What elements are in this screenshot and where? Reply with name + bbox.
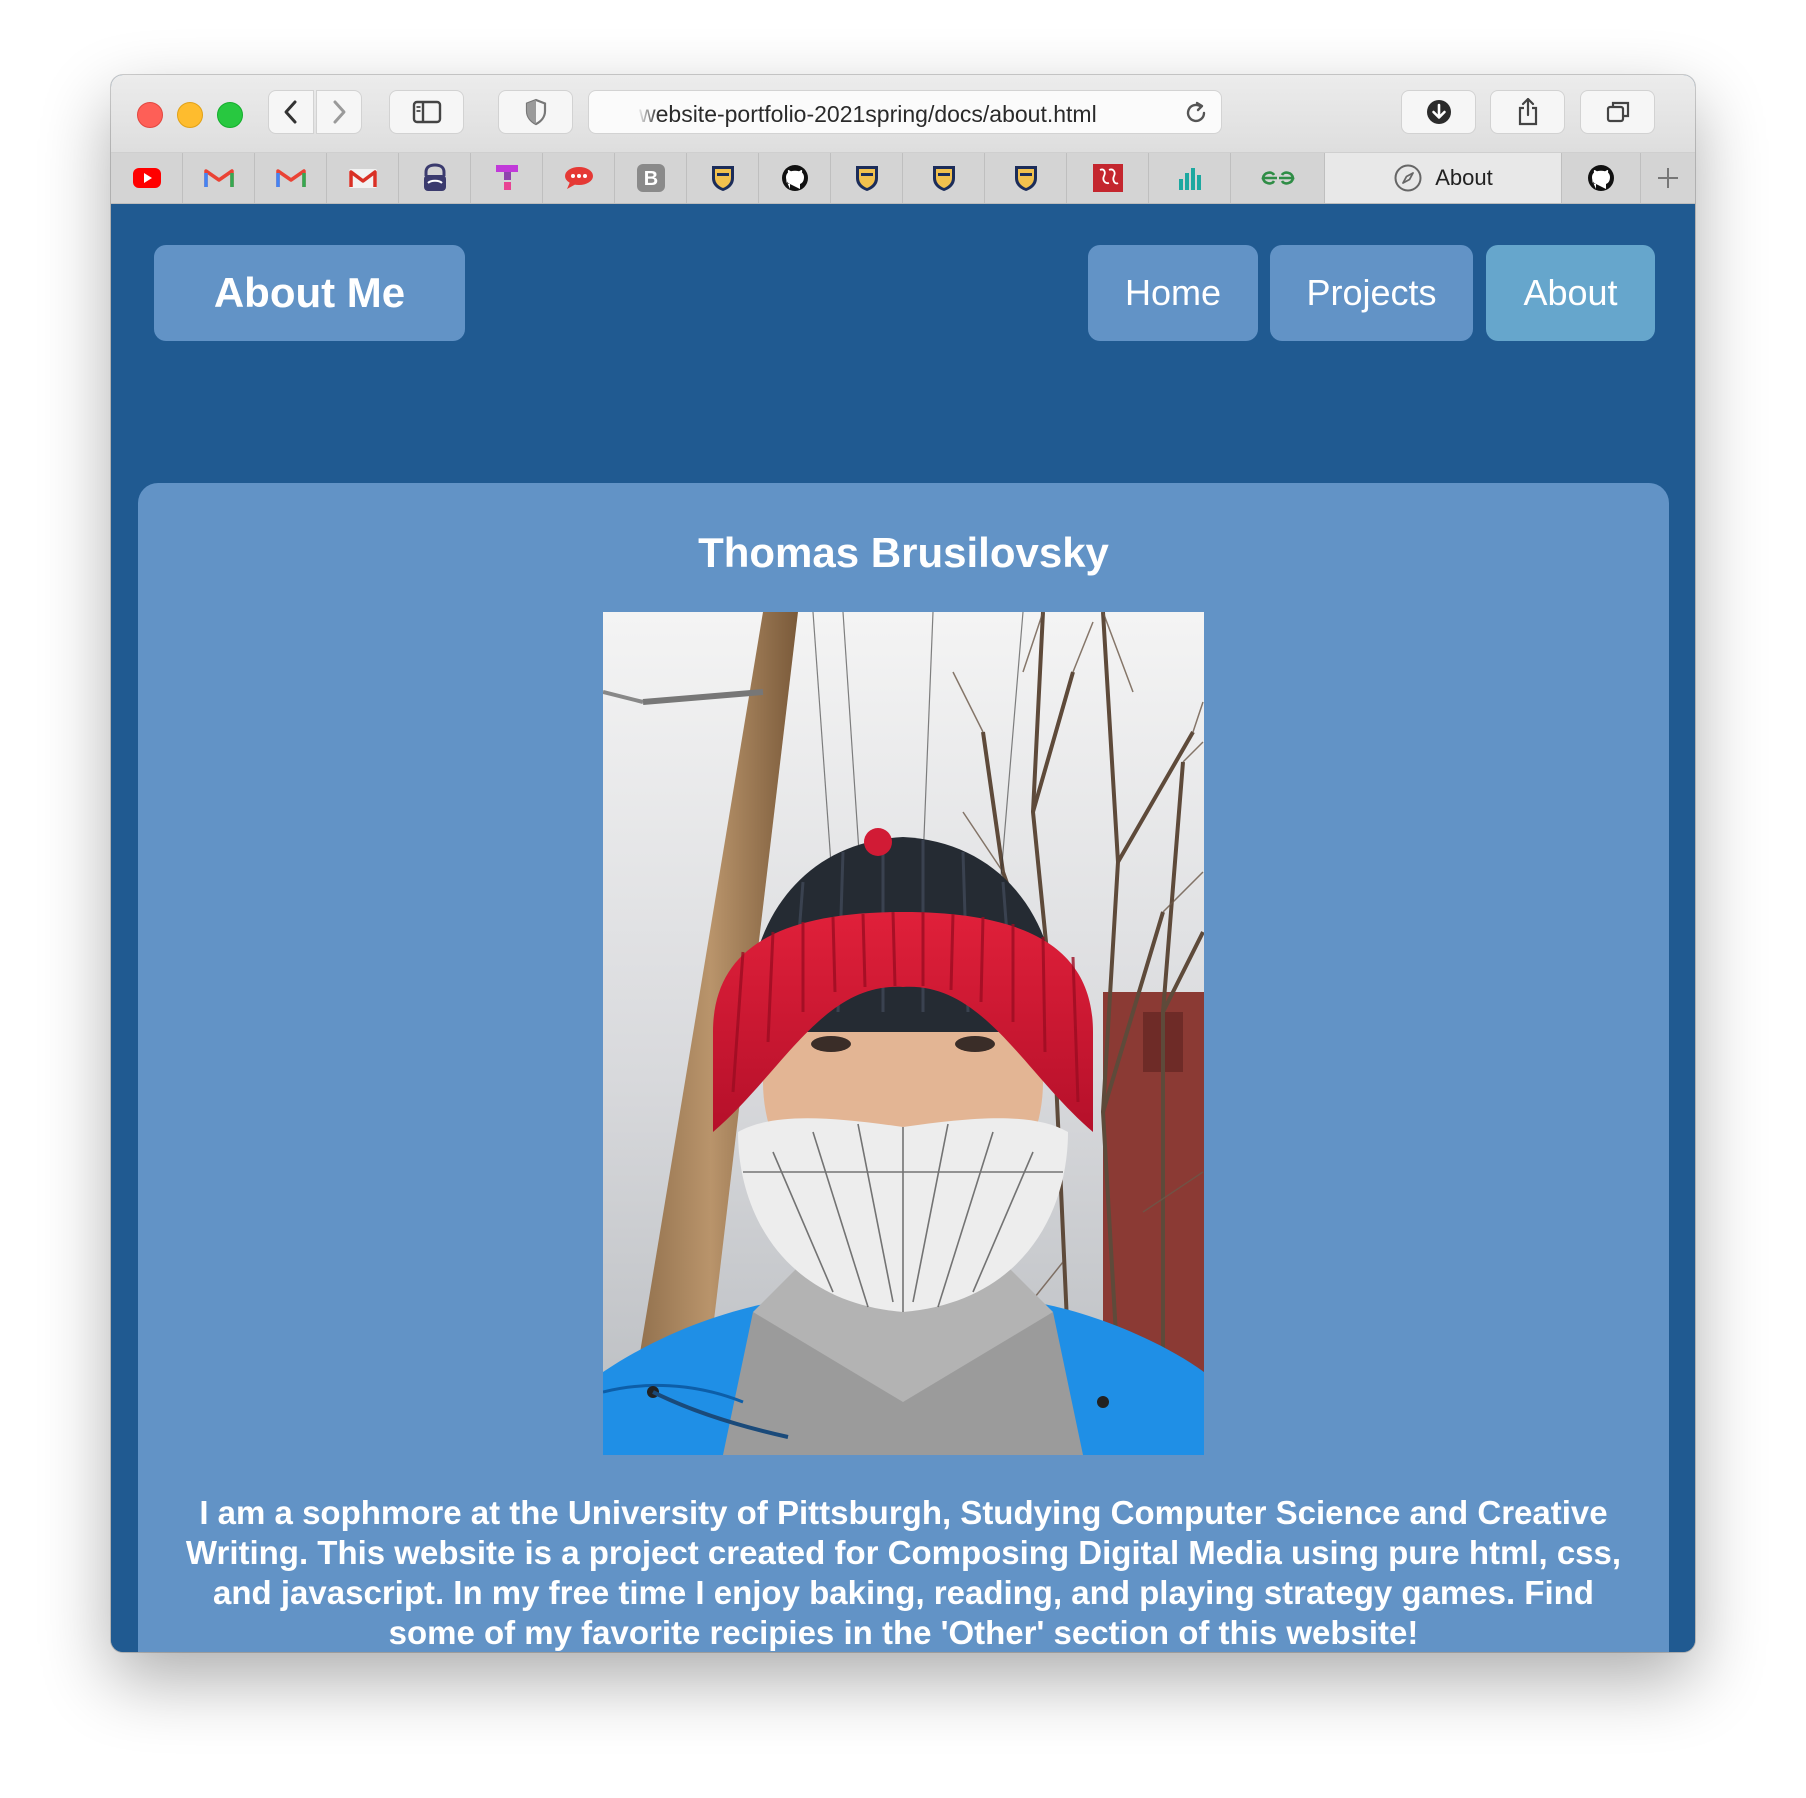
web-page: About Me Home Projects About Thomas Brus… xyxy=(111,204,1695,1652)
active-tab[interactable]: About xyxy=(1325,153,1561,203)
share-icon xyxy=(1518,97,1537,126)
url-text: website-portfolio-2021spring/docs/about.… xyxy=(639,101,1097,127)
tabs-icon xyxy=(1606,101,1629,123)
pinned-tab-gmail-2[interactable] xyxy=(255,153,327,203)
pinned-tab-t[interactable] xyxy=(471,153,543,203)
pitt-shield-icon xyxy=(932,166,955,191)
downloads-button[interactable] xyxy=(1401,90,1476,134)
nav-home-button[interactable]: Home xyxy=(1088,245,1258,341)
privacy-report-button[interactable] xyxy=(498,90,573,134)
close-window-button[interactable] xyxy=(137,102,163,128)
about-card: Thomas Brusilovsky I am a sophmore at th… xyxy=(138,483,1669,1652)
active-tab-title: About xyxy=(1435,165,1493,190)
address-bar[interactable]: website-portfolio-2021spring/docs/about.… xyxy=(588,90,1222,134)
sidebar-toggle-button[interactable] xyxy=(389,90,464,134)
site-brand[interactable]: About Me xyxy=(154,245,465,341)
selfie-photo-illustration xyxy=(603,612,1204,1455)
pinned-tab-gmail-3[interactable] xyxy=(327,153,399,203)
pinned-tab-chat[interactable] xyxy=(543,153,615,203)
share-button[interactable] xyxy=(1490,90,1565,134)
chevron-left-icon xyxy=(284,100,297,124)
browser-toolbar: website-portfolio-2021spring/docs/about.… xyxy=(111,75,1695,153)
pinned-tab-b[interactable]: B xyxy=(615,153,687,203)
forward-button[interactable] xyxy=(316,90,362,134)
bio-paragraph: I am a sophmore at the University of Pit… xyxy=(185,1494,1622,1651)
gmail-icon xyxy=(275,169,306,187)
pinned-tab-pitt-1[interactable] xyxy=(687,153,759,203)
sidebar-icon xyxy=(412,100,441,124)
chevron-right-icon xyxy=(333,100,346,124)
proton-vpn-icon xyxy=(423,163,446,191)
pinned-tab-github-2[interactable] xyxy=(1561,153,1641,203)
pinned-tab-pitt-2[interactable] xyxy=(831,153,903,203)
profile-photo xyxy=(603,612,1204,1455)
url-fade xyxy=(637,95,659,129)
svg-text:B: B xyxy=(643,168,657,190)
pinned-tab-github[interactable] xyxy=(759,153,831,203)
pitt-shield-icon xyxy=(1014,166,1037,191)
pinned-tab-jstor[interactable] xyxy=(1067,153,1149,203)
zoom-window-button[interactable] xyxy=(217,102,243,128)
pitt-shield-icon xyxy=(855,166,878,191)
jstor-icon xyxy=(1092,164,1123,192)
letter-b-icon: B xyxy=(636,164,665,192)
shield-icon xyxy=(525,98,546,126)
pinned-tab-youtube[interactable] xyxy=(111,153,183,203)
pinned-tab-pitt-4[interactable] xyxy=(985,153,1067,203)
nav-about-button[interactable]: About xyxy=(1486,245,1655,341)
download-icon xyxy=(1426,100,1451,124)
pinned-tab-pitt-3[interactable] xyxy=(903,153,985,203)
pinned-tab-vpn[interactable] xyxy=(399,153,471,203)
geeksforgeeks-icon xyxy=(1260,171,1295,185)
nav-projects-button[interactable]: Projects xyxy=(1270,245,1473,341)
new-tab-button[interactable] xyxy=(1641,153,1695,203)
gmail-old-icon xyxy=(348,169,377,188)
minimize-window-button[interactable] xyxy=(177,102,203,128)
compass-icon xyxy=(1394,164,1422,192)
back-button[interactable] xyxy=(268,90,314,134)
github-icon xyxy=(1588,165,1614,191)
tab-bar: B About xyxy=(111,153,1695,204)
plus-icon xyxy=(1658,168,1678,188)
tinder-t-icon xyxy=(495,165,518,190)
pinned-tab-gfg[interactable] xyxy=(1231,153,1325,203)
person-name: Thomas Brusilovsky xyxy=(698,529,1109,576)
browser-window: website-portfolio-2021spring/docs/about.… xyxy=(111,75,1695,1652)
tab-overview-button[interactable] xyxy=(1580,90,1655,134)
pitt-shield-icon xyxy=(711,166,734,191)
speech-bubble-icon xyxy=(564,167,593,189)
pinned-tab-gmail-1[interactable] xyxy=(183,153,255,203)
bar-chart-icon xyxy=(1178,168,1201,190)
gmail-icon xyxy=(203,169,234,187)
youtube-icon xyxy=(132,168,161,188)
reload-icon[interactable] xyxy=(1183,100,1209,126)
github-icon xyxy=(781,165,808,191)
pinned-tab-stats[interactable] xyxy=(1149,153,1231,203)
